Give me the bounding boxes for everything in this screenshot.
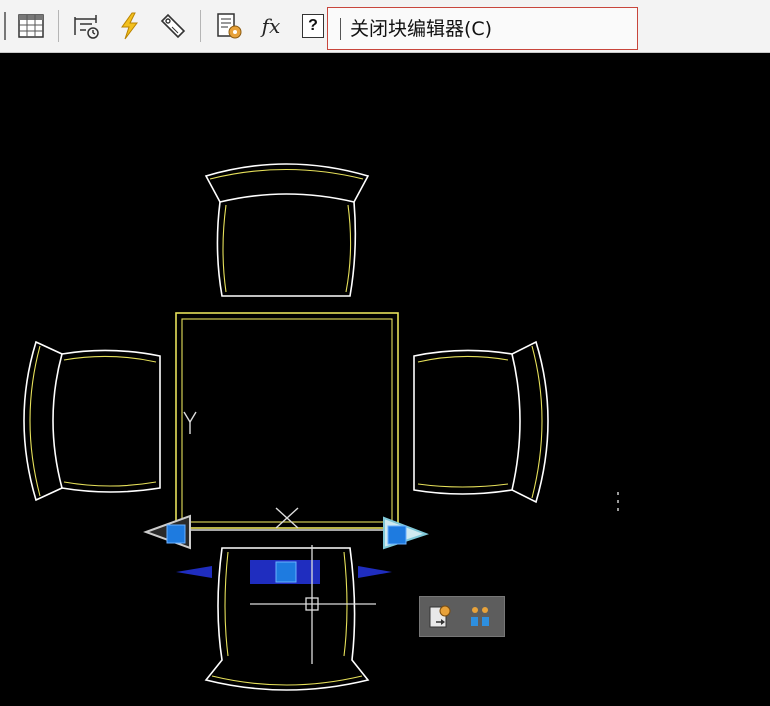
chair-top[interactable] <box>204 163 370 297</box>
help-button[interactable]: ? <box>296 8 330 44</box>
toolbar-separator <box>58 10 59 42</box>
function-fx-icon: fx <box>261 14 281 38</box>
insert-point-button[interactable] <box>427 603 455 631</box>
lightning-button[interactable] <box>112 8 146 44</box>
viewport-resize-handle[interactable] <box>617 492 620 516</box>
close-block-editor-label: 关闭块编辑器(C) <box>350 18 493 40</box>
left-grip[interactable] <box>143 514 191 550</box>
ucs-icon <box>183 411 197 434</box>
grip-tools-icon <box>471 607 489 626</box>
block-editor-toolbar: fx ? 关闭块编辑器(C) <box>0 0 770 53</box>
tooltip-divider <box>340 18 341 40</box>
attribute-definition-button[interactable] <box>70 8 104 44</box>
table-button[interactable] <box>14 8 48 44</box>
tag-button[interactable] <box>156 8 190 44</box>
chair-left[interactable] <box>23 340 161 502</box>
stretch-grips[interactable] <box>176 560 392 584</box>
block-properties-button[interactable] <box>212 8 246 44</box>
function-fx-button[interactable]: fx <box>254 8 288 44</box>
chair-right[interactable] <box>413 340 549 504</box>
tag-icon <box>160 13 186 39</box>
insert-point-icon <box>429 605 451 628</box>
grip-tools-button[interactable] <box>466 603 494 631</box>
table-icon <box>18 14 44 38</box>
close-block-editor-button[interactable]: 关闭块编辑器(C) <box>327 7 638 50</box>
help-glyph: ? <box>308 17 318 34</box>
attribute-definition-icon <box>74 15 99 39</box>
base-line <box>176 507 400 531</box>
grip-mini-toolbar <box>419 596 505 637</box>
table[interactable] <box>175 312 399 529</box>
toolbar-separator <box>200 10 201 42</box>
drawing-canvas[interactable] <box>0 53 770 706</box>
right-grip[interactable] <box>383 516 429 550</box>
block-properties-icon <box>217 13 242 39</box>
toolbar-grip[interactable] <box>4 12 6 40</box>
help-question-icon: ? <box>302 14 324 38</box>
lightning-icon <box>121 12 138 40</box>
